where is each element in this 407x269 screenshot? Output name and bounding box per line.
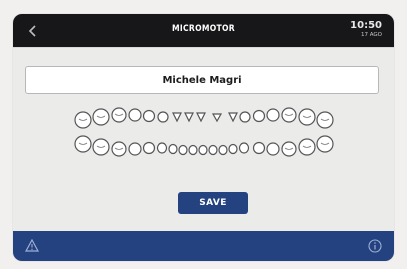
dental-chart[interactable] — [61, 102, 361, 162]
device-screen: MICROMOTOR 10:50 17 AGO Michele Magri SA… — [13, 14, 394, 261]
tooth-icon[interactable] — [92, 108, 110, 126]
tooth-icon[interactable] — [172, 112, 182, 123]
tooth-icon[interactable] — [252, 141, 266, 155]
tooth-icon[interactable] — [111, 141, 127, 157]
tooth-icon[interactable] — [281, 107, 297, 123]
tooth-icon[interactable] — [196, 112, 206, 123]
tooth-icon[interactable] — [198, 144, 208, 156]
tooth-icon[interactable] — [228, 112, 238, 123]
bottom-bar — [13, 231, 394, 261]
clock-time: 10:50 — [350, 20, 382, 31]
tooth-icon[interactable] — [266, 142, 280, 156]
tooth-icon[interactable] — [266, 108, 280, 122]
tooth-icon[interactable] — [74, 135, 92, 153]
patient-name-field[interactable]: Michele Magri — [25, 66, 379, 94]
tooth-icon[interactable] — [298, 138, 316, 156]
tooth-icon[interactable] — [178, 144, 188, 156]
tooth-icon[interactable] — [111, 107, 127, 123]
tooth-icon[interactable] — [316, 111, 334, 129]
tooth-icon[interactable] — [228, 143, 238, 155]
tooth-icon[interactable] — [239, 111, 251, 123]
info-circle-icon[interactable] — [368, 239, 382, 253]
tooth-icon[interactable] — [188, 144, 198, 156]
tooth-icon[interactable] — [156, 142, 168, 154]
tooth-icon[interactable] — [298, 108, 316, 126]
tooth-icon[interactable] — [211, 113, 223, 123]
top-bar: MICROMOTOR 10:50 17 AGO — [13, 14, 394, 48]
tooth-icon[interactable] — [168, 143, 178, 155]
save-button[interactable]: SAVE — [178, 192, 248, 214]
tooth-icon[interactable] — [157, 111, 169, 123]
clock: 10:50 17 AGO — [350, 20, 382, 39]
tooth-icon[interactable] — [184, 112, 194, 123]
tooth-icon[interactable] — [128, 142, 142, 156]
tooth-icon[interactable] — [238, 142, 250, 154]
tooth-icon[interactable] — [142, 109, 156, 123]
clock-date: 17 AGO — [360, 32, 382, 38]
warning-triangle-icon[interactable] — [25, 239, 39, 252]
tooth-icon[interactable] — [142, 141, 156, 155]
tooth-icon[interactable] — [218, 144, 228, 156]
tooth-icon[interactable] — [208, 144, 218, 156]
page-title: MICROMOTOR — [172, 24, 235, 34]
tooth-icon[interactable] — [281, 141, 297, 157]
tooth-icon[interactable] — [252, 109, 266, 123]
tooth-icon[interactable] — [316, 135, 334, 153]
tooth-icon[interactable] — [74, 111, 92, 129]
tooth-icon[interactable] — [92, 138, 110, 156]
tooth-icon[interactable] — [128, 108, 142, 122]
